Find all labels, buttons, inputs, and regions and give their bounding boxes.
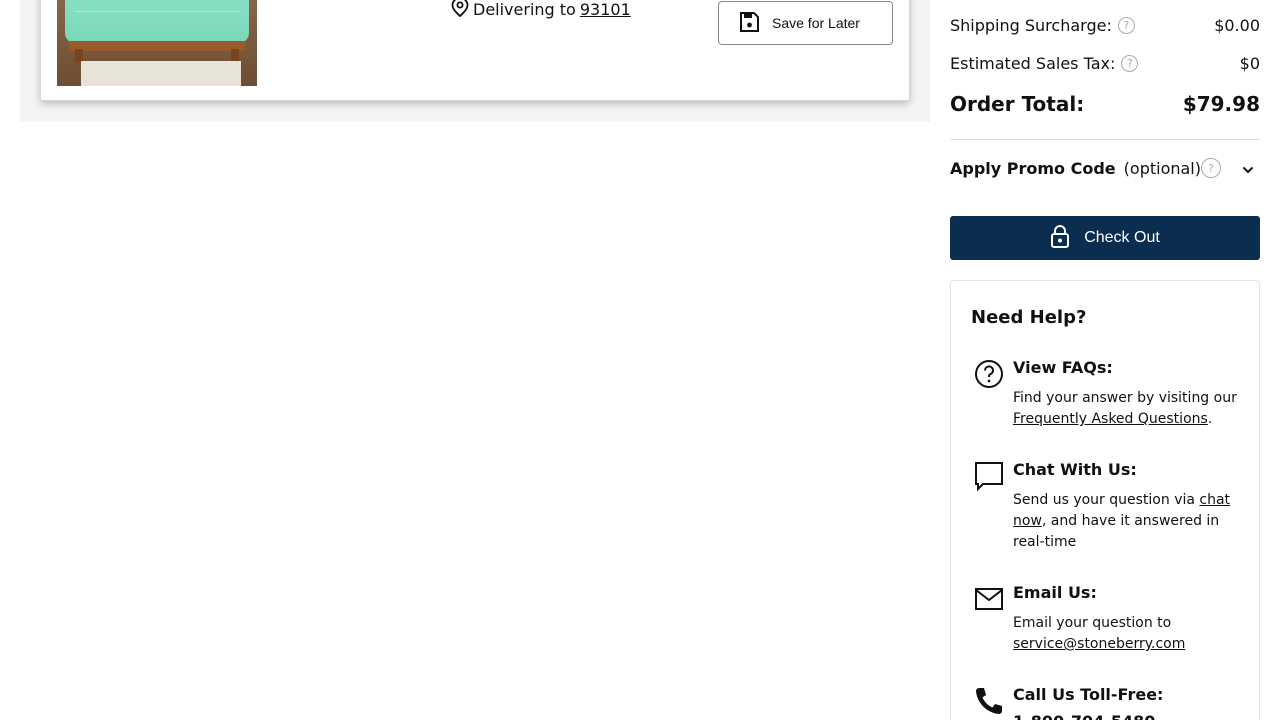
product-image[interactable] [57, 0, 257, 86]
promo-code-toggle[interactable]: Apply Promo Code (optional) ? [950, 155, 1260, 181]
envelope-icon [973, 583, 1005, 615]
promo-code-label: Apply Promo Code [950, 158, 1116, 178]
save-icon [738, 11, 760, 36]
faq-text: Find your answer by visiting our Frequen… [1013, 390, 1237, 427]
sales-tax-label: Estimated Sales Tax: [950, 54, 1116, 73]
shipping-surcharge-row: Shipping Surcharge: ? $0.00 [950, 16, 1260, 35]
email-link[interactable]: service@stoneberry.com [1013, 636, 1185, 652]
save-for-later-button[interactable]: Save for Later [718, 1, 893, 45]
faq-link[interactable]: Frequently Asked Questions [1013, 411, 1208, 427]
promo-optional-label: (optional) [1123, 158, 1201, 178]
lock-icon [1050, 224, 1070, 253]
delivery-info: Delivering to 93101 [451, 0, 631, 21]
call-title: Call Us Toll-Free: [1013, 685, 1164, 704]
location-pin-icon [451, 0, 469, 21]
chat-bubble-icon [973, 460, 1005, 492]
phone-icon [973, 685, 1005, 717]
need-help-title: Need Help? [971, 307, 1087, 328]
need-help-panel: Need Help? View FAQs: Find your answer b… [950, 280, 1260, 720]
sales-tax-value: $0 [1239, 54, 1260, 73]
shipping-surcharge-value: $0.00 [1214, 16, 1260, 35]
order-total-label: Order Total: [950, 92, 1085, 116]
shipping-surcharge-label: Shipping Surcharge: [950, 16, 1112, 35]
email-title: Email Us: [1013, 583, 1097, 602]
order-total-value: $79.98 [1182, 92, 1260, 116]
question-circle-icon [973, 358, 1005, 390]
help-tooltip-icon[interactable]: ? [1121, 55, 1139, 72]
zip-code-link[interactable]: 93101 [580, 0, 631, 19]
chat-title: Chat With Us: [1013, 460, 1137, 479]
help-tooltip-icon[interactable]: ? [1200, 158, 1221, 178]
divider [950, 139, 1260, 140]
save-for-later-label: Save for Later [772, 15, 860, 31]
order-total-row: Order Total: $79.98 [950, 92, 1260, 116]
help-tooltip-icon[interactable]: ? [1117, 17, 1135, 34]
email-text: Email your question to service@stoneberr… [1013, 615, 1186, 652]
faq-title: View FAQs: [1013, 358, 1113, 377]
chat-text: Send us your question via chat now, and … [1013, 492, 1231, 550]
checkout-label: Check Out [1084, 229, 1160, 246]
checkout-button[interactable]: Check Out [950, 216, 1260, 260]
call-number[interactable]: 1-800-704-5480 [1013, 711, 1243, 720]
delivering-label: Delivering to [473, 0, 576, 19]
sales-tax-row: Estimated Sales Tax: ? $0 [950, 54, 1260, 73]
chevron-down-icon [1242, 159, 1254, 178]
